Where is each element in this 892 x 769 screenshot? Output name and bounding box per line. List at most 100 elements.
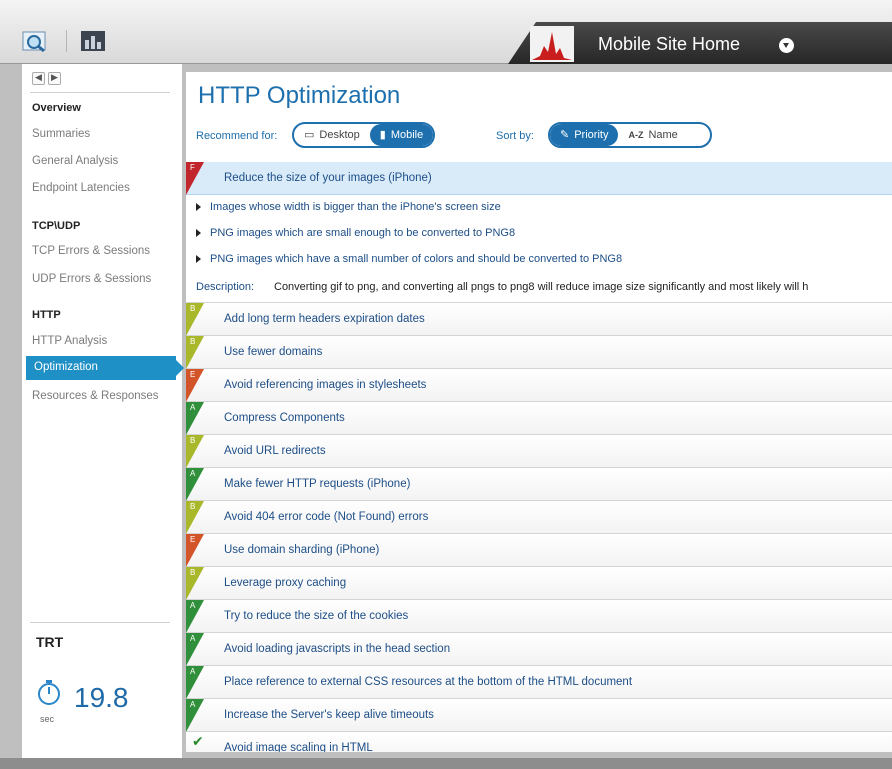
page-title: HTTP Optimization xyxy=(198,82,401,109)
sort-name-option[interactable]: A-Z Name xyxy=(618,124,709,146)
rule-row[interactable]: B Avoid 404 error code (Not Found) errors xyxy=(186,501,892,534)
recommend-desktop-option[interactable]: ▭ Desktop xyxy=(294,124,370,146)
sidebar-item-summaries[interactable]: Summaries xyxy=(32,128,90,140)
rule-row-expanded[interactable]: F Reduce the size of your images (iPhone… xyxy=(186,162,892,195)
window-bottom-edge xyxy=(0,758,892,769)
sort-priority-option[interactable]: ✎ Priority xyxy=(550,124,619,146)
rule-detail-item[interactable]: Images whose width is bigger than the iP… xyxy=(186,195,892,221)
back-arrow-icon[interactable]: ◀ xyxy=(32,72,45,85)
rule-title[interactable]: Use fewer domains xyxy=(224,346,322,358)
rule-row[interactable]: ✔ Avoid image scaling in HTML xyxy=(186,732,892,752)
rule-row[interactable]: A Place reference to external CSS resourc… xyxy=(186,666,892,699)
rule-row[interactable]: B Use fewer domains xyxy=(186,336,892,369)
site-tab-title[interactable]: Mobile Site Home xyxy=(598,34,740,55)
grade-letter: B xyxy=(190,304,196,313)
sidebar-item-http-analysis[interactable]: HTTP Analysis xyxy=(32,335,107,347)
sidebar-item-general-analysis[interactable]: General Analysis xyxy=(32,155,118,167)
rule-description: Description: Converting gif to png, and … xyxy=(186,273,892,303)
trt-label: TRT xyxy=(36,634,64,650)
rule-detail-item[interactable]: PNG images which are small enough to be … xyxy=(186,221,892,247)
recommend-mobile-option[interactable]: ▮ Mobile xyxy=(369,124,434,146)
description-text: Converting gif to png, and converting al… xyxy=(274,281,809,293)
rule-title[interactable]: Leverage proxy caching xyxy=(224,577,346,589)
rule-title[interactable]: Try to reduce the size of the cookies xyxy=(224,610,408,622)
sidebar-item-optimization[interactable]: Optimization xyxy=(26,356,184,380)
top-toolbar: Mobile Site Home xyxy=(0,0,892,64)
rule-title[interactable]: Use domain sharding (iPhone) xyxy=(224,544,379,556)
sidebar: ◀ ▶ Overview Summaries General Analysis … xyxy=(22,64,184,758)
trt-value: 19.8 xyxy=(74,682,129,713)
rule-row[interactable]: A Try to reduce the size of the cookies xyxy=(186,600,892,633)
desktop-icon: ▭ xyxy=(304,128,315,141)
sort-toggle[interactable]: ✎ Priority A-Z Name xyxy=(548,122,712,148)
grade-letter: A xyxy=(190,601,196,610)
sidebar-item-tcp-errors[interactable]: TCP Errors & Sessions xyxy=(32,245,150,257)
recommend-toggle[interactable]: ▭ Desktop ▮ Mobile xyxy=(292,122,436,148)
grade-letter: F xyxy=(190,163,195,172)
grade-letter: A xyxy=(190,700,196,709)
rule-detail-item[interactable]: PNG images which have a small number of … xyxy=(186,247,892,273)
rule-row[interactable]: B Leverage proxy caching xyxy=(186,567,892,600)
rule-row[interactable]: A Compress Components xyxy=(186,402,892,435)
grade-letter: B xyxy=(190,436,196,445)
nav-arrows: ◀ ▶ xyxy=(32,72,61,85)
forward-arrow-icon[interactable]: ▶ xyxy=(48,72,61,85)
rule-row[interactable]: A Avoid loading javascripts in the head s… xyxy=(186,633,892,666)
rule-title[interactable]: Avoid URL redirects xyxy=(224,445,326,457)
sidebar-item-endpoint-latencies[interactable]: Endpoint Latencies xyxy=(32,182,130,194)
sidebar-item-udp-errors[interactable]: UDP Errors & Sessions xyxy=(32,273,151,285)
expand-arrow-icon[interactable] xyxy=(196,203,201,211)
az-sort-icon: A-Z xyxy=(628,129,644,140)
divider xyxy=(30,92,170,93)
main-panel: HTTP Optimization Recommend for: ▭ Deskt… xyxy=(186,72,892,752)
magnify-chart-icon[interactable] xyxy=(22,30,48,52)
grade-letter: E xyxy=(190,370,196,379)
rule-title[interactable]: Avoid 404 error code (Not Found) errors xyxy=(224,511,428,523)
rule-row[interactable]: B Add long term headers expiration dates xyxy=(186,303,892,336)
rule-title[interactable]: Avoid referencing images in stylesheets xyxy=(224,379,426,391)
grade-letter: B xyxy=(190,502,196,511)
chevron-down-circle-icon[interactable] xyxy=(779,38,794,53)
rule-row[interactable]: A Make fewer HTTP requests (iPhone) xyxy=(186,468,892,501)
priority-icon: ✎ xyxy=(560,128,570,141)
sort-label: Sort by: xyxy=(496,130,534,142)
trt-unit: sec xyxy=(40,714,55,724)
red-waveform-chart-icon xyxy=(530,26,574,62)
grade-letter: A xyxy=(190,667,196,676)
rule-row[interactable]: B Avoid URL redirects xyxy=(186,435,892,468)
description-label: Description: xyxy=(196,281,255,293)
grade-letter: A xyxy=(190,403,196,412)
recommend-label: Recommend for: xyxy=(196,130,278,142)
sidebar-header-overview[interactable]: Overview xyxy=(32,102,81,114)
rule-row[interactable]: E Avoid referencing images in stylesheets xyxy=(186,369,892,402)
divider xyxy=(30,622,170,623)
mobile-icon: ▮ xyxy=(379,128,386,141)
rule-title[interactable]: Compress Components xyxy=(224,412,345,424)
expand-arrow-icon[interactable] xyxy=(196,255,201,263)
rule-title[interactable]: Add long term headers expiration dates xyxy=(224,313,425,325)
toolbar-divider xyxy=(66,30,67,52)
grade-letter: B xyxy=(190,568,196,577)
rule-row[interactable]: E Use domain sharding (iPhone) xyxy=(186,534,892,567)
rule-rows: B Add long term headers expiration dates B… xyxy=(186,303,892,752)
checkmark-icon: ✔ xyxy=(192,734,204,750)
rule-list: F Reduce the size of your images (iPhone… xyxy=(186,162,892,752)
rule-title[interactable]: Reduce the size of your images (iPhone) xyxy=(224,172,432,184)
rule-title[interactable]: Avoid image scaling in HTML xyxy=(224,742,373,752)
sidebar-header-tcp-udp[interactable]: TCP\UDP xyxy=(32,220,80,232)
rule-title[interactable]: Make fewer HTTP requests (iPhone) xyxy=(224,478,410,490)
rule-title[interactable]: Avoid loading javascripts in the head se… xyxy=(224,643,450,655)
grade-letter: A xyxy=(190,634,196,643)
grade-letter: B xyxy=(190,337,196,346)
sidebar-item-resources-responses[interactable]: Resources & Responses xyxy=(32,390,159,402)
grade-letter: E xyxy=(190,535,196,544)
sidebar-header-http[interactable]: HTTP xyxy=(32,309,61,321)
rule-row[interactable]: A Increase the Server's keep alive timeou… xyxy=(186,699,892,732)
rule-title[interactable]: Place reference to external CSS resource… xyxy=(224,676,632,688)
rule-title[interactable]: Increase the Server's keep alive timeout… xyxy=(224,709,434,721)
grade-badge xyxy=(186,162,204,195)
stopwatch-icon xyxy=(38,680,60,705)
bar-chart-icon[interactable] xyxy=(80,30,106,52)
grade-letter: A xyxy=(190,469,196,478)
expand-arrow-icon[interactable] xyxy=(196,229,201,237)
